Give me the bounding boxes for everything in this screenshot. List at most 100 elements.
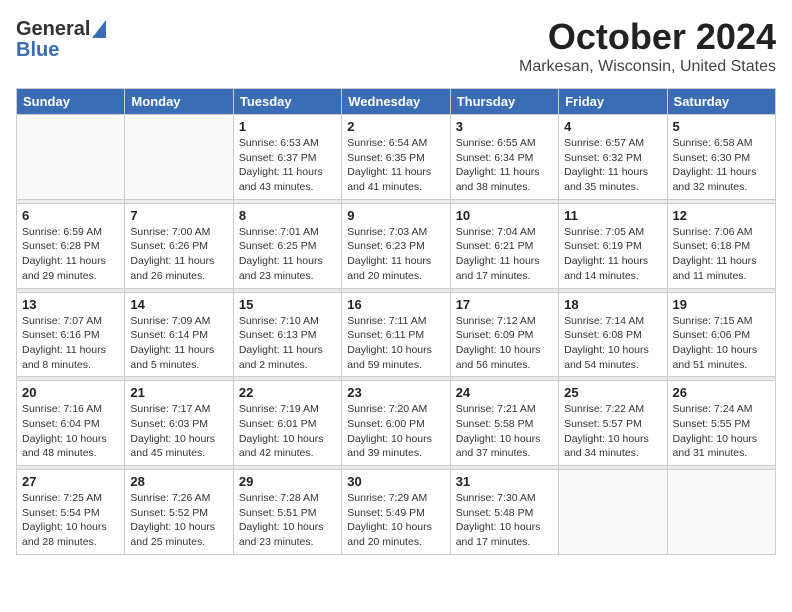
calendar-week-row: 27Sunrise: 7:25 AM Sunset: 5:54 PM Dayli… xyxy=(17,470,776,555)
day-number: 24 xyxy=(456,385,553,400)
day-number: 11 xyxy=(564,208,661,223)
table-row: 20 Sunrise: 7:16 AM Sunset: 6:04 PM Dayli… xyxy=(17,381,125,466)
day-info: Sunrise: 7:22 AM Sunset: 5:57 PM Dayligh… xyxy=(564,402,661,461)
logo-triangle-icon xyxy=(92,20,106,43)
table-row: 13 Sunrise: 7:07 AM Sunset: 6:16 PM Dayli… xyxy=(17,292,125,377)
day-info: Sunrise: 7:30 AM Sunset: 5:48 PM Dayligh… xyxy=(456,491,553,550)
calendar-table: Sunday Monday Tuesday Wednesday Thursday… xyxy=(16,88,776,555)
calendar-week-row: 6 Sunrise: 6:59 AM Sunset: 6:28 PM Daylig… xyxy=(17,203,776,288)
day-number: 21 xyxy=(130,385,227,400)
logo-general-text: General xyxy=(16,18,90,41)
day-info: Sunrise: 7:15 AM Sunset: 6:06 PM Dayligh… xyxy=(673,314,770,373)
table-row: 6 Sunrise: 6:59 AM Sunset: 6:28 PM Daylig… xyxy=(17,203,125,288)
header-wednesday: Wednesday xyxy=(342,89,450,115)
table-row: 5 Sunrise: 6:58 AM Sunset: 6:30 PM Daylig… xyxy=(667,115,775,200)
day-number: 23 xyxy=(347,385,444,400)
header-sunday: Sunday xyxy=(17,89,125,115)
table-row: 1 Sunrise: 6:53 AM Sunset: 6:37 PM Daylig… xyxy=(233,115,341,200)
table-row: 12Sunrise: 7:06 AM Sunset: 6:18 PM Dayli… xyxy=(667,203,775,288)
table-row: 31 Sunrise: 7:30 AM Sunset: 5:48 PM Dayli… xyxy=(450,470,558,555)
day-info: Sunrise: 6:57 AM Sunset: 6:32 PM Dayligh… xyxy=(564,136,661,195)
table-row: 23 Sunrise: 7:20 AM Sunset: 6:00 PM Dayli… xyxy=(342,381,450,466)
table-row: 26 Sunrise: 7:24 AM Sunset: 5:55 PM Dayli… xyxy=(667,381,775,466)
table-row xyxy=(667,470,775,555)
day-number: 19 xyxy=(673,297,770,312)
day-info: Sunrise: 7:01 AM Sunset: 6:25 PM Dayligh… xyxy=(239,225,336,284)
day-info: Sunrise: 6:53 AM Sunset: 6:37 PM Dayligh… xyxy=(239,136,336,195)
header-friday: Friday xyxy=(559,89,667,115)
day-info: Sunrise: 7:24 AM Sunset: 5:55 PM Dayligh… xyxy=(673,402,770,461)
day-info: Sunrise: 7:09 AM Sunset: 6:14 PM Dayligh… xyxy=(130,314,227,373)
logo-blue-text: Blue xyxy=(16,39,59,62)
title-area: October 2024 Markesan, Wisconsin, United… xyxy=(519,16,776,76)
table-row: 18 Sunrise: 7:14 AM Sunset: 6:08 PM Dayli… xyxy=(559,292,667,377)
day-info: Sunrise: 7:11 AM Sunset: 6:11 PM Dayligh… xyxy=(347,314,444,373)
day-number: 6 xyxy=(22,208,119,223)
month-title: October 2024 xyxy=(519,16,776,58)
table-row: 22 Sunrise: 7:19 AM Sunset: 6:01 PM Dayli… xyxy=(233,381,341,466)
day-number: 5 xyxy=(673,119,770,134)
day-number: 25 xyxy=(564,385,661,400)
day-info: Sunrise: 7:26 AM Sunset: 5:52 PM Dayligh… xyxy=(130,491,227,550)
day-info: Sunrise: 7:16 AM Sunset: 6:04 PM Dayligh… xyxy=(22,402,119,461)
table-row: 25 Sunrise: 7:22 AM Sunset: 5:57 PM Dayli… xyxy=(559,381,667,466)
table-row: 28Sunrise: 7:26 AM Sunset: 5:52 PM Dayli… xyxy=(125,470,233,555)
day-info: Sunrise: 7:07 AM Sunset: 6:16 PM Dayligh… xyxy=(22,314,119,373)
table-row xyxy=(17,115,125,200)
calendar-week-row: 1 Sunrise: 6:53 AM Sunset: 6:37 PM Daylig… xyxy=(17,115,776,200)
day-info: Sunrise: 7:20 AM Sunset: 6:00 PM Dayligh… xyxy=(347,402,444,461)
table-row: 24 Sunrise: 7:21 AM Sunset: 5:58 PM Dayli… xyxy=(450,381,558,466)
table-row: 29Sunrise: 7:28 AM Sunset: 5:51 PM Dayli… xyxy=(233,470,341,555)
calendar-week-row: 13 Sunrise: 7:07 AM Sunset: 6:16 PM Dayli… xyxy=(17,292,776,377)
header-saturday: Saturday xyxy=(667,89,775,115)
day-info: Sunrise: 7:10 AM Sunset: 6:13 PM Dayligh… xyxy=(239,314,336,373)
day-number: 7 xyxy=(130,208,227,223)
day-info: Sunrise: 7:00 AM Sunset: 6:26 PM Dayligh… xyxy=(130,225,227,284)
day-info: Sunrise: 7:12 AM Sunset: 6:09 PM Dayligh… xyxy=(456,314,553,373)
table-row: 30 Sunrise: 7:29 AM Sunset: 5:49 PM Dayli… xyxy=(342,470,450,555)
day-number: 18 xyxy=(564,297,661,312)
day-info: Sunrise: 6:54 AM Sunset: 6:35 PM Dayligh… xyxy=(347,136,444,195)
day-number: 15 xyxy=(239,297,336,312)
table-row: 11 Sunrise: 7:05 AM Sunset: 6:19 PM Dayli… xyxy=(559,203,667,288)
day-info: Sunrise: 7:14 AM Sunset: 6:08 PM Dayligh… xyxy=(564,314,661,373)
table-row xyxy=(125,115,233,200)
day-number: 2 xyxy=(347,119,444,134)
table-row: 3Sunrise: 6:55 AM Sunset: 6:34 PM Daylig… xyxy=(450,115,558,200)
table-row: 9Sunrise: 7:03 AM Sunset: 6:23 PM Daylig… xyxy=(342,203,450,288)
table-row: 8 Sunrise: 7:01 AM Sunset: 6:25 PM Daylig… xyxy=(233,203,341,288)
day-number: 13 xyxy=(22,297,119,312)
day-number: 22 xyxy=(239,385,336,400)
day-info: Sunrise: 7:21 AM Sunset: 5:58 PM Dayligh… xyxy=(456,402,553,461)
day-number: 1 xyxy=(239,119,336,134)
day-info: Sunrise: 7:05 AM Sunset: 6:19 PM Dayligh… xyxy=(564,225,661,284)
table-row: 4 Sunrise: 6:57 AM Sunset: 6:32 PM Daylig… xyxy=(559,115,667,200)
day-number: 30 xyxy=(347,474,444,489)
day-number: 26 xyxy=(673,385,770,400)
day-info: Sunrise: 7:29 AM Sunset: 5:49 PM Dayligh… xyxy=(347,491,444,550)
day-number: 4 xyxy=(564,119,661,134)
day-number: 10 xyxy=(456,208,553,223)
location: Markesan, Wisconsin, United States xyxy=(519,58,776,76)
day-info: Sunrise: 7:19 AM Sunset: 6:01 PM Dayligh… xyxy=(239,402,336,461)
day-number: 8 xyxy=(239,208,336,223)
day-info: Sunrise: 6:58 AM Sunset: 6:30 PM Dayligh… xyxy=(673,136,770,195)
table-row: 21Sunrise: 7:17 AM Sunset: 6:03 PM Dayli… xyxy=(125,381,233,466)
day-number: 27 xyxy=(22,474,119,489)
table-row: 14 Sunrise: 7:09 AM Sunset: 6:14 PM Dayli… xyxy=(125,292,233,377)
day-number: 16 xyxy=(347,297,444,312)
day-number: 14 xyxy=(130,297,227,312)
header-thursday: Thursday xyxy=(450,89,558,115)
day-number: 20 xyxy=(22,385,119,400)
table-row: 2 Sunrise: 6:54 AM Sunset: 6:35 PM Daylig… xyxy=(342,115,450,200)
day-info: Sunrise: 6:59 AM Sunset: 6:28 PM Dayligh… xyxy=(22,225,119,284)
day-info: Sunrise: 7:04 AM Sunset: 6:21 PM Dayligh… xyxy=(456,225,553,284)
header-monday: Monday xyxy=(125,89,233,115)
header-tuesday: Tuesday xyxy=(233,89,341,115)
table-row: 15 Sunrise: 7:10 AM Sunset: 6:13 PM Dayli… xyxy=(233,292,341,377)
day-info: Sunrise: 6:55 AM Sunset: 6:34 PM Dayligh… xyxy=(456,136,553,195)
table-row: 10 Sunrise: 7:04 AM Sunset: 6:21 PM Dayli… xyxy=(450,203,558,288)
day-number: 31 xyxy=(456,474,553,489)
calendar-header-row: Sunday Monday Tuesday Wednesday Thursday… xyxy=(17,89,776,115)
table-row: 27Sunrise: 7:25 AM Sunset: 5:54 PM Dayli… xyxy=(17,470,125,555)
